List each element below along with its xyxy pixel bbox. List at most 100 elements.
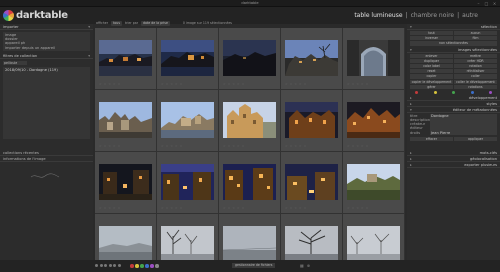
rotation-button[interactable]: rotation [454, 63, 497, 69]
thumbnail[interactable]: ☆ ☆ ☆ ☆ ☆ [95, 152, 156, 213]
thumbnail[interactable]: ☆ ☆ ☆ ☆ ☆ [343, 90, 404, 151]
thumbnail[interactable]: ☆ ☆ ☆ ☆ ☆ [95, 90, 156, 151]
color-label-red[interactable] [415, 90, 418, 94]
selected-images-buttons: enlever mettre dupliquer créer HDR color… [407, 53, 500, 90]
star-icon[interactable] [99, 264, 103, 267]
thumbnail[interactable]: ☆ ☆ ☆ ☆ ☆ [157, 90, 218, 151]
rating-stars[interactable]: ☆ ☆ ☆ ☆ ☆ [99, 82, 121, 86]
remove-button[interactable]: enlever [410, 53, 453, 58]
collapse-icon[interactable]: ▸ [410, 101, 412, 106]
copy-button[interactable]: copier [410, 74, 453, 79]
rating-stars[interactable]: ☆ ☆ ☆ ☆ ☆ [161, 206, 183, 210]
rating-stars[interactable]: ☆ ☆ ☆ ☆ ☆ [285, 144, 307, 148]
collapse-icon[interactable]: ▸ [410, 95, 412, 100]
collapse-icon[interactable]: ▾ [410, 47, 412, 52]
rating-stars[interactable]: ☆ ☆ ☆ ☆ ☆ [161, 144, 183, 148]
rating-stars[interactable]: ☆ ☆ ☆ ☆ ☆ [99, 144, 121, 148]
thumbnail[interactable]: ☆ ☆ ☆ ☆ ☆ [157, 28, 218, 89]
select-untouched-button[interactable]: non sélectionnées [410, 41, 497, 46]
collapse-icon[interactable]: ▾ [88, 53, 90, 58]
thumbnail[interactable]: ☆ ☆ ☆ ☆ ☆ [281, 152, 342, 213]
color-label-blue[interactable] [145, 264, 149, 268]
color-label-green[interactable] [452, 90, 455, 94]
reject-icon[interactable] [117, 264, 121, 267]
color-label-purple[interactable] [489, 90, 492, 94]
collapse-icon[interactable]: ▾ [410, 24, 412, 29]
star-icon[interactable] [104, 264, 107, 267]
clear-metadata-button[interactable]: effacer [410, 136, 453, 141]
paste-button[interactable]: coller [454, 74, 497, 79]
manage-button[interactable]: gérer [410, 84, 453, 89]
collection-field-select[interactable]: pellicule [3, 61, 27, 66]
color-label-button[interactable]: color label [410, 63, 453, 69]
collapse-icon[interactable]: ▸ [410, 150, 412, 155]
collapse-icon[interactable]: ▾ [88, 24, 90, 29]
minimize-button[interactable]: – [476, 1, 481, 6]
list-item[interactable]: 2018/09/10 - Dordogne (119) [5, 68, 88, 72]
metadata-rights-field[interactable]: Jean Pierre [430, 130, 497, 135]
thumbnail[interactable]: ☆ ☆ ☆ ☆ ☆ [219, 28, 280, 89]
reset-rotation-button[interactable]: reset [410, 69, 453, 74]
rating-stars[interactable]: ☆ ☆ ☆ ☆ ☆ [223, 206, 245, 210]
reset-button[interactable]: réinitialiser [454, 69, 497, 74]
create-hdr-button[interactable]: créer HDR [454, 58, 497, 63]
color-label-yellow[interactable] [135, 264, 139, 268]
star-icon[interactable] [113, 264, 116, 267]
grid-icon[interactable]: ▦ [300, 263, 304, 268]
color-label-yellow[interactable] [433, 90, 437, 94]
color-label-gray[interactable] [155, 264, 159, 268]
thumbnail[interactable]: ☆ ☆ ☆ ☆ ☆ [343, 28, 404, 89]
paste-history-button[interactable]: coller le développement [454, 79, 497, 84]
thumbnail-image [161, 164, 214, 200]
rating-stars[interactable]: ☆ ☆ ☆ ☆ ☆ [347, 206, 369, 210]
color-label-blue[interactable] [470, 90, 474, 94]
apply-metadata-button[interactable]: appliquer [454, 136, 497, 141]
thumbnail[interactable]: ☆ ☆ ☆ ☆ ☆ [219, 90, 280, 151]
collections-header[interactable]: filtres de collection ▾ [0, 53, 93, 59]
thumbnail[interactable]: ☆ ☆ ☆ ☆ ☆ [219, 152, 280, 213]
view-other[interactable]: autre [462, 12, 478, 19]
rating-stars[interactable]: ☆ ☆ ☆ ☆ ☆ [347, 82, 369, 86]
maximize-button[interactable]: □ [484, 1, 489, 6]
rating-stars[interactable]: ☆ ☆ ☆ ☆ ☆ [285, 82, 307, 86]
collapse-icon[interactable]: ▸ [410, 162, 412, 167]
select-all-button[interactable]: tout [410, 31, 453, 36]
rating-stars[interactable]: ☆ ☆ ☆ ☆ ☆ [223, 82, 245, 86]
view-lighttable[interactable]: table lumineuse [354, 12, 402, 19]
rating-stars[interactable]: ☆ ☆ ☆ ☆ ☆ [99, 206, 121, 210]
collections-title: filtres de collection [3, 53, 38, 58]
close-button[interactable]: × [492, 1, 497, 6]
view-darkroom[interactable]: chambre noire [411, 12, 455, 19]
color-label-red[interactable] [130, 264, 134, 268]
duplicate-button[interactable]: dupliquer [410, 58, 453, 63]
thumbnail[interactable]: ☆ ☆ ☆ ☆ ☆ [343, 152, 404, 213]
move-button[interactable]: mettre [454, 53, 497, 58]
sort-select[interactable]: date de la prise [141, 20, 170, 26]
select-film-button[interactable]: film [454, 36, 497, 41]
rating-stars[interactable]: ☆ ☆ ☆ ☆ ☆ [285, 206, 307, 210]
color-label-green[interactable] [140, 264, 144, 268]
rating-stars[interactable]: ☆ ☆ ☆ ☆ ☆ [223, 144, 245, 148]
filter-select[interactable]: tous [111, 20, 122, 26]
copy-history-button[interactable]: copier le développement [410, 79, 453, 84]
thumbnail[interactable]: ☆ ☆ ☆ ☆ ☆ [157, 152, 218, 213]
import-from-device-button[interactable]: importer depuis un appareil [5, 46, 88, 50]
collapse-icon[interactable]: ▸ [410, 156, 412, 161]
import-header[interactable]: importer ▾ [0, 24, 93, 30]
rating-stars[interactable]: ☆ ☆ ☆ ☆ ☆ [161, 82, 183, 86]
layout-select[interactable]: gestionnaire de fichiers [232, 263, 276, 268]
image-info-header[interactable]: informations de l'image [0, 156, 93, 162]
collapse-icon[interactable]: ▾ [410, 107, 412, 112]
select-none-button[interactable]: aucun [454, 31, 497, 36]
thumbnail[interactable]: ☆ ☆ ☆ ☆ ☆ [281, 90, 342, 151]
star-icon[interactable] [108, 264, 112, 267]
rating-stars[interactable]: ☆ ☆ ☆ ☆ ☆ [347, 144, 369, 148]
invert-selection-button[interactable]: inverser [410, 36, 453, 41]
star-icon[interactable] [95, 264, 98, 267]
thumbnail[interactable]: ☆ ☆ ☆ ☆ ☆ [95, 28, 156, 89]
rotations-button[interactable]: rotations [454, 84, 497, 89]
color-label-purple[interactable] [150, 264, 154, 268]
thumbnail[interactable]: ☆ ☆ ☆ ☆ ☆ [281, 28, 342, 89]
export-header[interactable]: ▸ exporter plusieurs [407, 162, 500, 168]
zoom-icon[interactable]: ⊕ [307, 263, 310, 268]
